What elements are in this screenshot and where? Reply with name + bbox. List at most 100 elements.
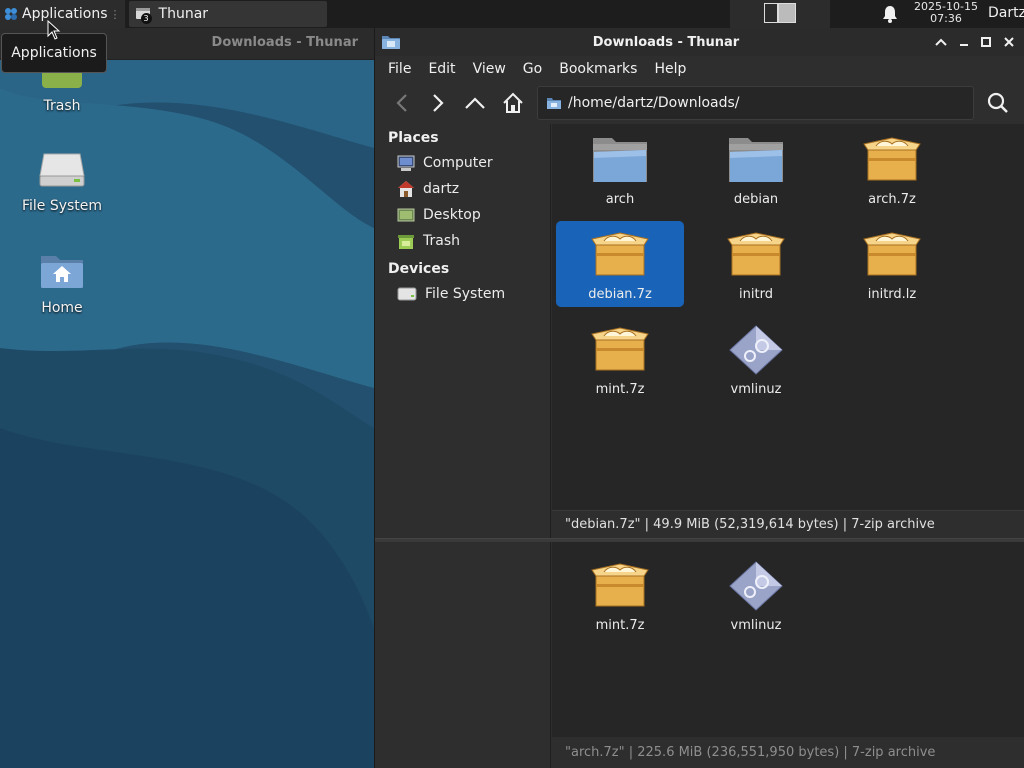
secondary-file-icon-view[interactable]: mint.7z vmlinuz [552,542,1024,737]
sidebar: Places Computer dartz Desktop Trash Devi… [375,124,551,538]
file-icon-view[interactable]: arch debian arch.7z debian.7z initrd initrd.l… [552,124,1024,510]
status-bar: "debian.7z" | 49.9 MiB (52,319,614 bytes… [552,510,1024,538]
file-item-debian-7z[interactable]: debian.7z [556,221,684,307]
folder-icon [593,138,647,182]
close-icon [1004,37,1014,47]
forward-button[interactable] [423,88,453,118]
places-header: Places [388,130,439,146]
executable-binary-icon [729,561,783,611]
home-folder-icon [41,256,83,288]
user-menu[interactable]: Dartz [988,5,1024,21]
mouse-cursor-icon [47,20,61,40]
back-button[interactable] [387,88,417,118]
archive-package-icon [727,232,785,276]
executable-binary-icon [729,325,783,375]
background-window-title: Downloads - Thunar [211,35,358,50]
menu-bar: File Edit View Go Bookmarks Help [375,56,1024,82]
sidebar-item-label: Trash [423,233,460,249]
sidebar-item-trash[interactable]: Trash [397,230,460,252]
trash-icon [398,235,414,249]
sidebar-item-label: dartz [423,181,460,197]
notification-bell-icon[interactable] [882,5,898,23]
taskbar-button-thunar[interactable]: 3 Thunar [128,1,327,27]
chevron-up-icon [465,97,485,109]
file-item-label: mint.7z [595,382,645,397]
sidebar-item-dartz[interactable]: dartz [397,178,459,200]
parent-folder-button[interactable] [460,88,490,118]
window-close-button[interactable] [1000,33,1018,51]
file-item-label: debian.7z [588,287,652,302]
sidebar-item-file-system[interactable]: File System [397,283,505,305]
file-item-debian[interactable]: debian [692,126,820,212]
folder-icon [729,138,783,182]
menu-bookmarks[interactable]: Bookmarks [559,61,637,77]
sidebar-item-desktop[interactable]: Desktop [397,204,481,226]
taskbar-button-label: Thunar [158,6,209,22]
home-folder-icon [398,181,414,197]
drive-icon [397,287,417,301]
xfce-logo-icon [5,8,17,20]
panel-separator-handle: ⋮ [109,7,121,21]
secondary-sidebar [375,542,551,768]
archive-package-icon [591,327,649,371]
clock-time: 07:36 [930,12,962,25]
menu-edit[interactable]: Edit [428,61,455,77]
window-shade-button[interactable] [932,33,950,51]
file-item-label: arch [605,192,635,207]
sidebar-item-label: File System [425,286,506,302]
file-item-label: initrd.lz [867,287,917,302]
menu-go[interactable]: Go [523,61,542,77]
search-icon [987,92,1008,113]
menu-help[interactable]: Help [654,61,686,77]
window-minimize-button[interactable] [955,33,973,51]
file-item-initrd-lz[interactable]: initrd.lz [828,221,956,307]
chevron-up-icon [935,38,947,46]
file-item-initrd[interactable]: initrd [692,221,820,307]
file-item-arch[interactable]: arch [556,126,684,212]
applications-menu-button[interactable]: Applications ⋮ [0,0,125,28]
sidebar-item-computer[interactable]: Computer [397,152,493,174]
window-title: Downloads - Thunar [592,35,740,50]
chevron-right-icon [433,94,444,112]
file-item-label: vmlinuz [730,382,782,397]
task-count-badge: 3 [140,13,152,24]
clock[interactable]: 2025-10-15 07:36 [908,0,984,25]
archive-package-icon [863,232,921,276]
archive-package-icon [591,563,649,607]
sidebar-item-label: Computer [423,155,493,171]
thunar-window: Downloads - Thunar File Edit View Go Boo… [374,28,1024,768]
search-button[interactable] [983,88,1013,118]
home-icon [503,92,523,113]
window-maximize-button[interactable] [977,33,995,51]
desktop-icon-label: File System [21,198,103,214]
applications-menu-label: Applications [22,6,108,22]
folder-location-icon [547,98,561,109]
menu-file[interactable]: File [388,61,411,77]
window-titlebar[interactable]: Downloads - Thunar [375,28,1024,56]
home-button[interactable] [498,88,528,118]
file-item-vmlinuz[interactable]: vmlinuz [692,552,820,638]
workspace-2[interactable] [778,3,796,23]
workspace-switcher[interactable] [730,0,830,28]
sidebar-item-label: Desktop [423,207,481,223]
location-bar[interactable] [537,86,974,120]
workspace-1[interactable] [764,3,778,23]
archive-package-icon [591,232,649,276]
file-item-mint-7z[interactable]: mint.7z [556,316,684,402]
desktop-icon-file-system[interactable]: File System [7,150,117,214]
computer-icon [397,155,415,171]
desktop-icon-label: Trash [43,98,81,114]
file-item-label: initrd [739,287,773,302]
location-input[interactable] [568,95,968,111]
archive-package-icon [863,137,921,181]
toolbar [375,84,1024,124]
menu-view[interactable]: View [473,61,506,77]
file-item-arch-7z[interactable]: arch.7z [828,126,956,212]
file-item-mint-7z[interactable]: mint.7z [556,552,684,638]
file-item-label: mint.7z [595,618,645,633]
file-item-vmlinuz[interactable]: vmlinuz [692,316,820,402]
system-tray: 2025-10-15 07:36 Dartz [834,0,1024,28]
desktop-icon-home[interactable]: Home [7,250,117,316]
minimize-icon [960,44,968,46]
file-item-label: debian [733,192,779,207]
